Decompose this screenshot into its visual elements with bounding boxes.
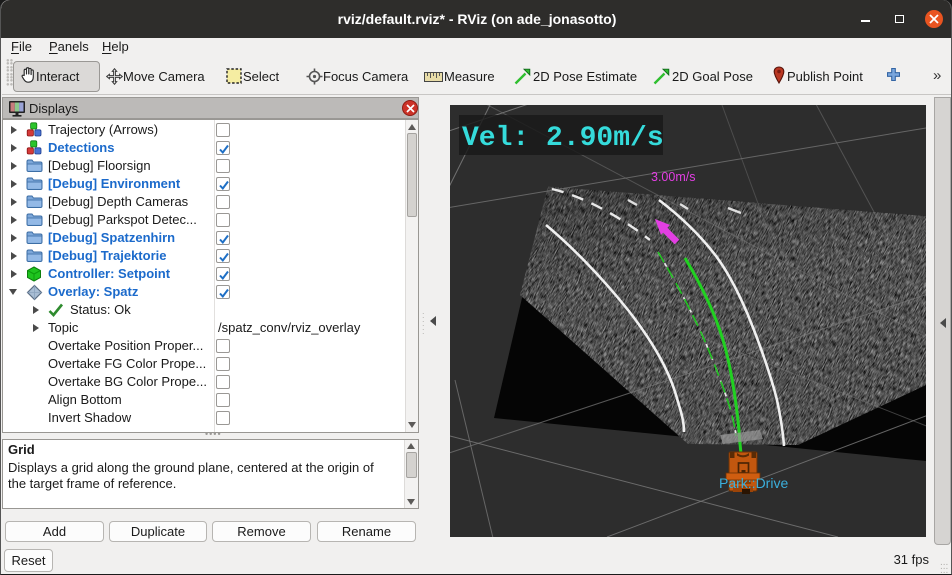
svg-text:3.00m/s: 3.00m/s bbox=[651, 170, 695, 184]
svg-text:Park::Drive: Park::Drive bbox=[719, 475, 788, 491]
svg-text:Vel: 2.90m/s: Vel: 2.90m/s bbox=[462, 123, 664, 154]
